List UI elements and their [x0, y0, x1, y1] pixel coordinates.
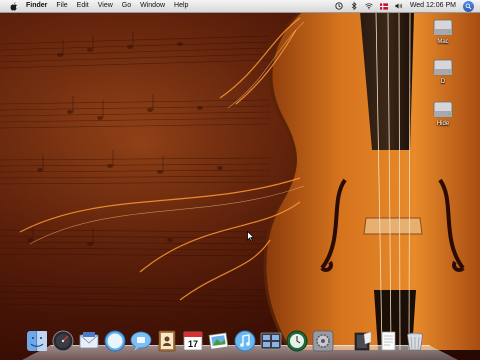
safari-icon — [104, 330, 126, 352]
dock-system-preferences[interactable] — [312, 330, 334, 352]
dock-mail[interactable] — [78, 330, 100, 352]
drive-label: Hide — [436, 121, 450, 127]
stack-folder-icon — [354, 331, 372, 351]
menu-finder[interactable]: Finder — [26, 0, 47, 12]
drive-d[interactable]: D — [428, 58, 458, 85]
dock-trash[interactable] — [404, 330, 426, 352]
drive-hide[interactable]: Hide — [428, 100, 458, 127]
ical-icon: 17 — [183, 331, 203, 351]
ical-date: 17 — [188, 339, 198, 349]
menu-bar: Finder File Edit View Go Window Help Wed… — [0, 0, 480, 13]
apple-logo-icon[interactable] — [8, 1, 20, 11]
menu-extras: Wed 12:06 PM — [335, 0, 474, 12]
menu-edit[interactable]: Edit — [77, 0, 89, 12]
wifi-icon[interactable] — [365, 2, 373, 10]
drive-label: D — [440, 79, 446, 85]
menu-view[interactable]: View — [98, 0, 113, 12]
time-machine-icon[interactable] — [335, 2, 343, 10]
menu-file[interactable]: File — [56, 0, 67, 12]
iphoto-icon — [208, 332, 229, 350]
spaces-icon — [260, 332, 282, 350]
dock-ical[interactable]: 17 — [182, 330, 204, 352]
hard-drive-icon — [433, 59, 453, 76]
ichat-icon — [130, 331, 152, 351]
mouse-cursor-icon — [247, 231, 255, 242]
menu-clock[interactable]: Wed 12:06 PM — [410, 0, 456, 12]
input-flag-icon[interactable] — [379, 2, 388, 10]
dock-spaces[interactable] — [260, 330, 282, 352]
menu-go[interactable]: Go — [122, 0, 131, 12]
dock-itunes[interactable] — [234, 330, 256, 352]
bluetooth-icon[interactable] — [350, 2, 358, 10]
finder-icon — [27, 331, 47, 351]
time-machine-icon — [286, 330, 308, 352]
dock-ichat[interactable] — [130, 330, 152, 352]
address-book-icon — [158, 330, 176, 352]
dock-time-machine[interactable] — [286, 330, 308, 352]
desktop: Finder File Edit View Go Window Help Wed… — [0, 0, 480, 360]
documents-stack-icon — [381, 331, 396, 351]
violin-wallpaper — [0, 0, 480, 360]
hard-drive-icon — [433, 101, 453, 118]
menu-help[interactable]: Help — [174, 0, 188, 12]
hard-drive-icon — [433, 19, 453, 36]
dock-stack-folder[interactable] — [352, 330, 374, 352]
drive-mac[interactable]: Mac — [428, 18, 458, 45]
volume-icon[interactable] — [395, 2, 403, 10]
trash-icon — [407, 332, 423, 351]
dock-dashboard[interactable] — [52, 330, 74, 352]
spotlight-icon[interactable] — [463, 0, 474, 12]
dock-iphoto[interactable] — [208, 330, 230, 352]
dashboard-icon — [52, 330, 74, 352]
dock-documents-stack[interactable] — [378, 330, 400, 352]
mail-icon — [79, 332, 99, 349]
dock-finder[interactable] — [26, 330, 48, 352]
dock-address-book[interactable] — [156, 330, 178, 352]
dock-safari[interactable] — [104, 330, 126, 352]
system-preferences-icon — [312, 330, 334, 352]
itunes-icon — [234, 330, 256, 352]
menu-window[interactable]: Window — [140, 0, 165, 12]
drive-label: Mac — [437, 39, 449, 45]
dock: 17 — [26, 326, 430, 352]
